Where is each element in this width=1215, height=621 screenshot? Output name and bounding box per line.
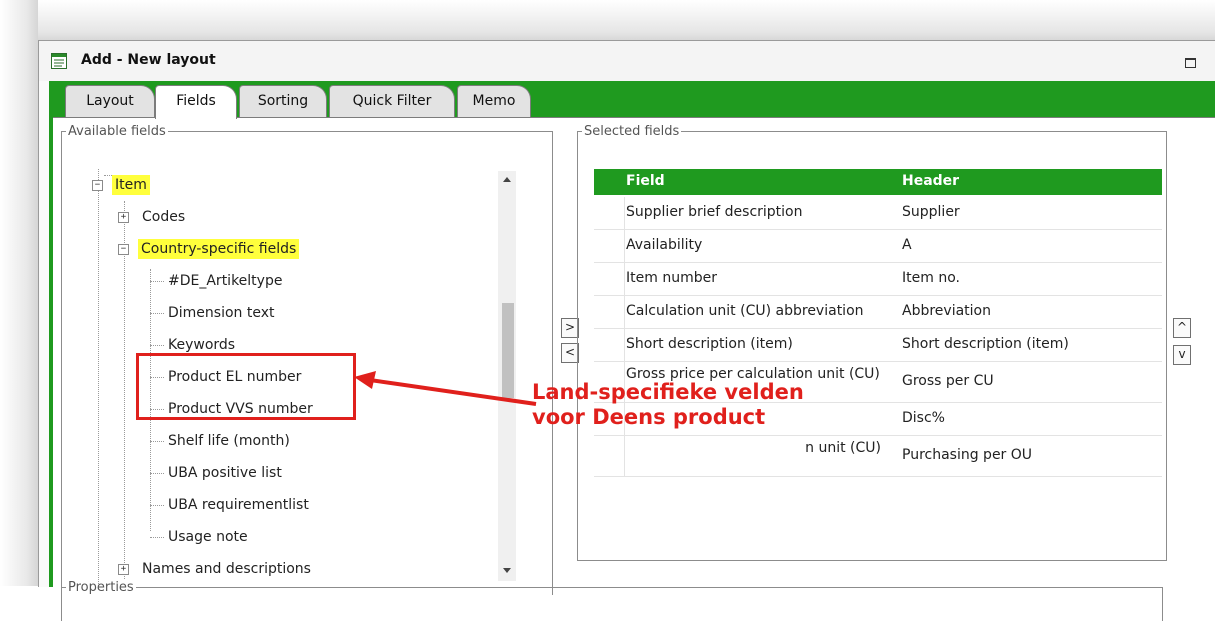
- backdrop-shadow-left: [0, 0, 38, 586]
- tab-fields[interactable]: Fields: [155, 85, 237, 119]
- table-row[interactable]: Short description (item) Short descriptio…: [594, 329, 1162, 362]
- column-header-header[interactable]: Header: [902, 173, 959, 189]
- table-row[interactable]: Supplier brief description Supplier: [594, 197, 1162, 230]
- collapse-icon[interactable]: −: [92, 180, 103, 191]
- tree-node-label: Names and descriptions: [142, 561, 311, 577]
- annotation-arrow-icon: [354, 371, 537, 406]
- grid-header: Field Header: [594, 169, 1162, 195]
- properties-group: Properties: [61, 580, 1163, 621]
- expand-icon[interactable]: +: [118, 564, 129, 575]
- title-bar: Add - New layout: [39, 41, 1215, 81]
- form-icon: [51, 53, 67, 69]
- tree-node-label: Codes: [142, 209, 186, 225]
- table-row[interactable]: Availability A: [594, 230, 1162, 263]
- tree-guide-line: [124, 201, 125, 579]
- tab-quick-filter[interactable]: Quick Filter: [329, 85, 455, 117]
- expand-icon[interactable]: +: [118, 212, 129, 223]
- move-down-button[interactable]: v: [1173, 345, 1191, 365]
- backdrop-shadow-top: [0, 0, 1215, 40]
- annotation-text: Land-specifieke velden voor Deens produc…: [532, 380, 804, 430]
- available-fields-legend: Available fields: [68, 124, 166, 139]
- table-row[interactable]: n unit (CU) Purchasing per OU: [594, 436, 1162, 477]
- annotation-line-1: Land-specifieke velden: [532, 380, 804, 404]
- maximize-button[interactable]: [1185, 58, 1196, 68]
- window-title: Add - New layout: [81, 52, 216, 68]
- move-up-button[interactable]: ^: [1173, 318, 1191, 338]
- dialog-window: Add - New layout Layout Fields Sorting Q…: [38, 40, 1215, 621]
- tab-memo[interactable]: Memo: [457, 85, 531, 117]
- properties-legend: Properties: [68, 580, 134, 595]
- table-row[interactable]: Calculation unit (CU) abbreviation Abbrev…: [594, 296, 1162, 329]
- collapse-icon[interactable]: −: [118, 244, 129, 255]
- scroll-up-icon[interactable]: [503, 177, 511, 182]
- tree-guide-line: [98, 169, 99, 584]
- annotation-line-2: voor Deens product: [532, 405, 766, 429]
- selected-fields-legend: Selected fields: [584, 124, 680, 139]
- scroll-down-icon[interactable]: [503, 568, 511, 573]
- highlight-box: [136, 353, 356, 420]
- tree-node-label: Country-specific fields: [138, 239, 300, 259]
- table-row[interactable]: Item number Item no.: [594, 263, 1162, 296]
- tab-layout[interactable]: Layout: [65, 85, 155, 117]
- tab-sorting[interactable]: Sorting: [239, 85, 327, 117]
- tree-node-label: Item: [112, 175, 150, 195]
- column-header-field[interactable]: Field: [626, 173, 665, 189]
- selected-fields-group: Selected fields Field Header Supplier br…: [577, 124, 1167, 561]
